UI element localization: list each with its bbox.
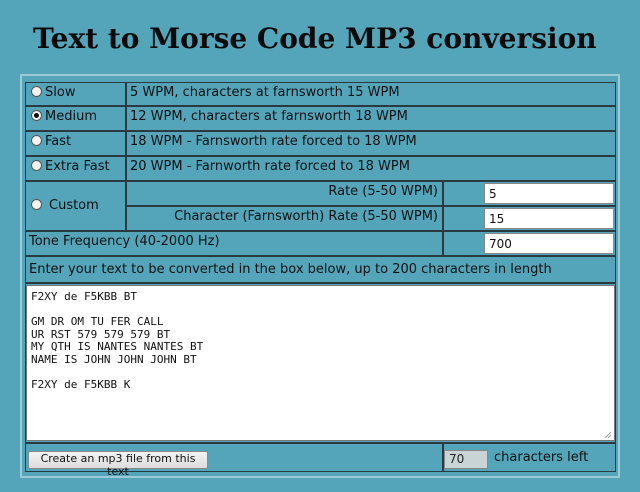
chars-left-counter: 70 bbox=[444, 450, 488, 469]
custom-rate-label-cell: Rate (5-50 WPM) bbox=[126, 181, 443, 206]
speed-description-text: 20 WPM - Farnworth rate forced to 18 WPM bbox=[130, 159, 410, 174]
speed-description-slow: 5 WPM, characters at farnsworth 15 WPM bbox=[126, 82, 616, 106]
page-title: Text to Morse Code MP3 conversion bbox=[33, 22, 597, 55]
speed-description-fast: 18 WPM - Farnsworth rate forced to 18 WP… bbox=[126, 131, 616, 156]
speed-description-text: 12 WPM, characters at farnsworth 18 WPM bbox=[130, 109, 408, 124]
tone-label-cell: Tone Frequency (40-2000 Hz) bbox=[25, 231, 443, 256]
header-bar: Text to Morse Code MP3 conversion bbox=[0, 0, 640, 74]
radio-button-slow[interactable] bbox=[31, 86, 42, 97]
speed-option-label: Medium bbox=[45, 109, 97, 124]
tone-frequency-input[interactable] bbox=[484, 233, 614, 254]
radio-button-medium[interactable] bbox=[31, 110, 42, 121]
radio-button-extra-fast[interactable] bbox=[31, 160, 42, 171]
radio-button-custom[interactable] bbox=[31, 199, 42, 210]
radio-button-fast[interactable] bbox=[31, 135, 42, 146]
tone-label: Tone Frequency (40-2000 Hz) bbox=[29, 234, 220, 249]
morse-text-input[interactable]: F2XY de F5KBB BT GM DR OM TU FER CALL UR… bbox=[26, 285, 615, 441]
resize-grip-icon[interactable] bbox=[604, 431, 612, 439]
custom-rate-input[interactable] bbox=[484, 183, 614, 204]
instructions-text: Enter your text to be converted in the b… bbox=[29, 262, 552, 277]
speed-description-text: 5 WPM, characters at farnsworth 15 WPM bbox=[130, 85, 400, 100]
speed-description-medium: 12 WPM, characters at farnsworth 18 WPM bbox=[126, 106, 616, 131]
speed-option-fast[interactable]: Fast bbox=[25, 131, 126, 156]
speed-description-extra-fast: 20 WPM - Farnworth rate forced to 18 WPM bbox=[126, 156, 616, 181]
speed-option-label: Custom bbox=[49, 198, 99, 213]
custom-char-rate-label: Character (Farnsworth) Rate (5-50 WPM) bbox=[174, 209, 438, 224]
speed-option-label: Slow bbox=[45, 85, 76, 100]
speed-option-label: Extra Fast bbox=[45, 159, 110, 174]
custom-char-rate-label-cell: Character (Farnsworth) Rate (5-50 WPM) bbox=[126, 206, 443, 231]
speed-option-custom[interactable]: Custom bbox=[25, 181, 126, 231]
speed-description-text: 18 WPM - Farnsworth rate forced to 18 WP… bbox=[130, 134, 417, 149]
instructions-cell: Enter your text to be converted in the b… bbox=[25, 256, 616, 283]
speed-option-slow[interactable]: Slow bbox=[25, 82, 126, 106]
speed-option-medium[interactable]: Medium bbox=[25, 106, 126, 131]
custom-rate-label: Rate (5-50 WPM) bbox=[328, 184, 438, 199]
speed-option-label: Fast bbox=[45, 134, 72, 149]
chars-left-label: characters left bbox=[494, 450, 589, 465]
create-mp3-button[interactable]: Create an mp3 file from this text bbox=[28, 451, 208, 478]
custom-char-rate-input[interactable] bbox=[484, 208, 614, 229]
speed-option-extra-fast[interactable]: Extra Fast bbox=[25, 156, 126, 181]
